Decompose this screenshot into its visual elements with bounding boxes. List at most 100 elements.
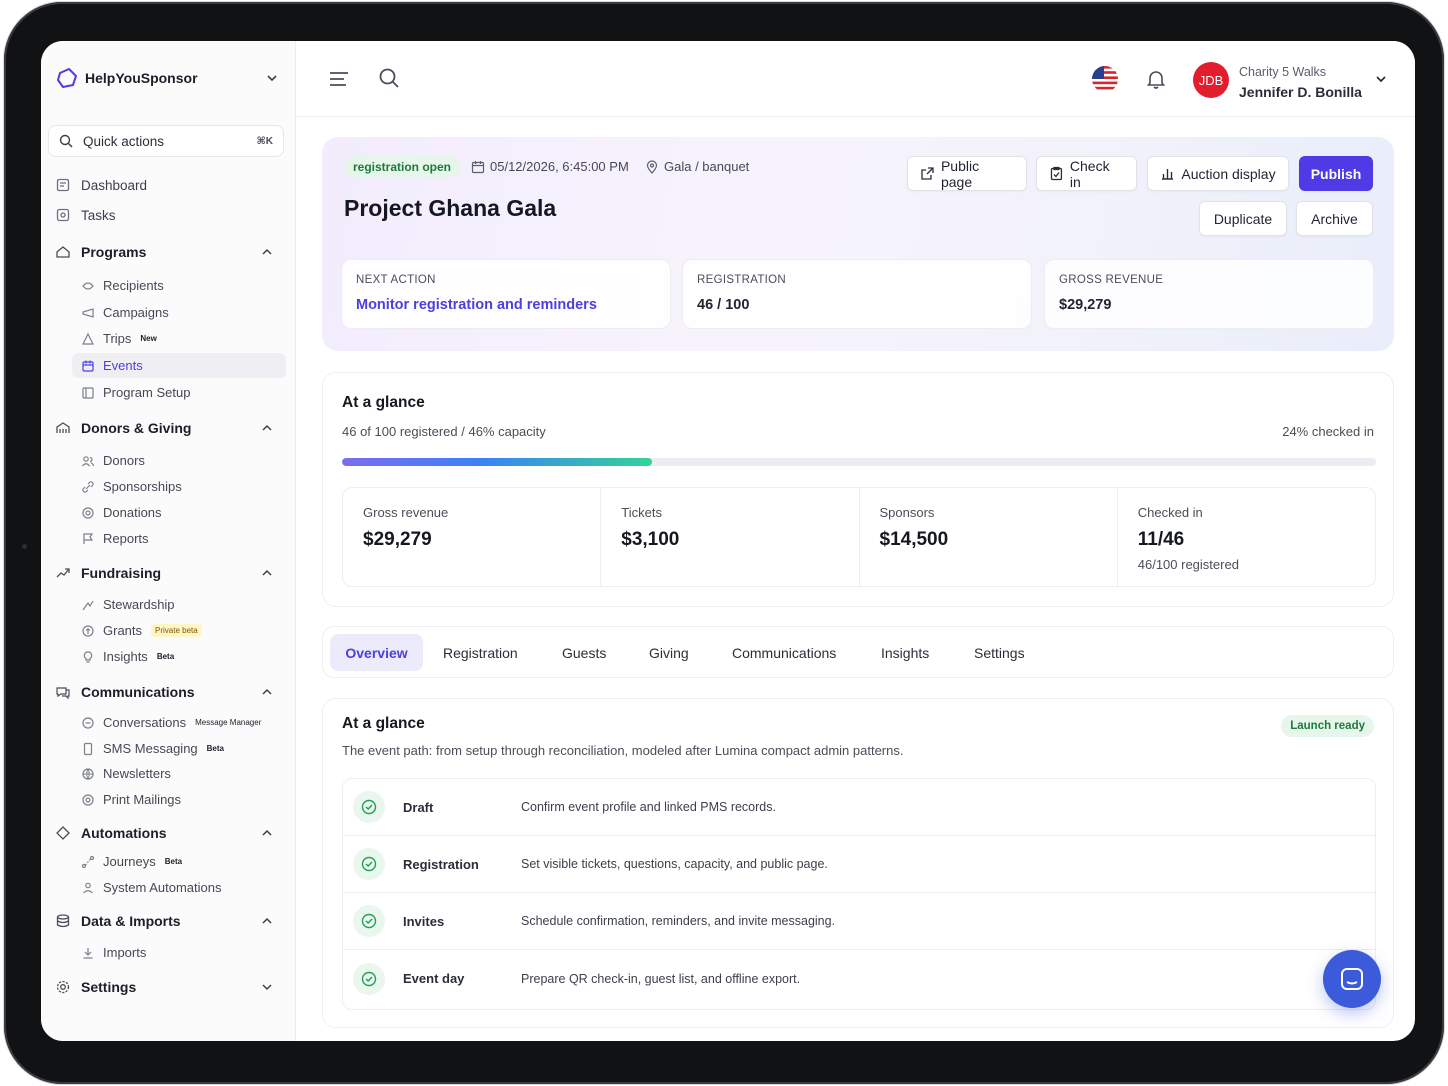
sidebar-item-newsletters[interactable]: Newsletters [72, 761, 286, 786]
nav-tasks[interactable]: Tasks [55, 204, 116, 226]
sidebar-item-imports[interactable]: Imports [72, 940, 286, 965]
sidebar-item-stewardship[interactable]: Stewardship [72, 592, 286, 617]
bell-icon[interactable] [1145, 68, 1167, 90]
chevron-down-icon[interactable] [1374, 72, 1388, 86]
sidebar-item-program-setup[interactable]: Program Setup [72, 380, 286, 405]
duplicate-button[interactable]: Duplicate [1199, 201, 1287, 236]
chat-icon [1341, 968, 1363, 990]
nav-group-automations[interactable]: Automations [55, 822, 279, 844]
nav-group-fundraising[interactable]: Fundraising [55, 562, 279, 584]
sidebar-item-insights[interactable]: Insights Beta [72, 644, 286, 669]
nav-group-programs[interactable]: Programs [55, 241, 279, 263]
brand-switcher[interactable]: HelpYouSponsor [55, 65, 279, 91]
nav-dashboard[interactable]: Dashboard [55, 174, 147, 196]
sidebar-item-trips[interactable]: Trips New [72, 326, 286, 351]
quick-actions-label: Quick actions [83, 133, 165, 149]
sidebar-item-sponsorships[interactable]: Sponsorships [72, 474, 286, 499]
newsletter-icon [82, 767, 94, 780]
nav-group-fundraising-label: Fundraising [81, 565, 162, 581]
new-tag: New [140, 334, 157, 343]
us-flag-icon[interactable] [1092, 66, 1118, 92]
sidebar-item-donors[interactable]: Donors [72, 448, 286, 473]
launch-ready-badge: Launch ready [1281, 715, 1374, 737]
sidebar-item-reports[interactable]: Reports [72, 526, 286, 551]
chevron-down-icon [262, 984, 272, 991]
step-invites[interactable]: Invites Schedule confirmation, reminders… [343, 893, 1375, 950]
chevron-down-icon[interactable] [265, 71, 279, 85]
stat-label: Checked in [1137, 505, 1203, 520]
sidebar-item-system-automations[interactable]: System Automations [72, 875, 286, 900]
tab-overview[interactable]: Overview [330, 634, 423, 671]
check-in-label: Check in [1069, 157, 1110, 190]
step-name: Event day [403, 971, 465, 986]
sidebar-item-events[interactable]: Events [72, 353, 286, 378]
donors-giving-icon [56, 422, 70, 433]
sidebar-item-label: Grants [103, 623, 143, 638]
sidebar-item-sms-messaging[interactable]: SMS Messaging Beta [72, 736, 286, 761]
sidebar-item-label: SMS Messaging [103, 741, 198, 756]
auction-display-label: Auction display [1181, 165, 1276, 182]
top-bar: JDB Charity 5 Walks Jennifer D. Bonilla [297, 41, 1415, 117]
stat-value: $29,279 [363, 529, 432, 550]
app-screen: HelpYouSponsor Quick actions ⌘K Dashboar… [41, 41, 1415, 1041]
tab-registration[interactable]: Registration [427, 634, 534, 671]
public-page-label: Public page [940, 157, 980, 190]
auction-display-button[interactable]: Auction display [1147, 156, 1289, 191]
camera-dot [22, 544, 27, 549]
chat-button[interactable] [1323, 950, 1381, 1008]
nav-group-data-imports[interactable]: Data & Imports [55, 910, 279, 932]
event-header: registration open 05/12/2026, 6:45:00 PM… [322, 137, 1394, 351]
nav-group-communications[interactable]: Communications [55, 681, 279, 703]
step-event-day[interactable]: Event day Prepare QR check-in, guest lis… [343, 950, 1375, 1007]
link-icon [82, 480, 94, 493]
tablet-frame: HelpYouSponsor Quick actions ⌘K Dashboar… [4, 2, 1444, 1084]
sidebar-item-conversations[interactable]: Conversations Message Manager [72, 710, 286, 735]
quick-actions-button[interactable]: Quick actions ⌘K [48, 125, 284, 157]
users-icon [82, 455, 95, 466]
tab-communications[interactable]: Communications [716, 634, 852, 671]
nav-group-donors-giving[interactable]: Donors & Giving [55, 417, 279, 439]
stat-subtext: 46/100 registered [1137, 557, 1239, 572]
sidebar-item-journeys[interactable]: Journeys Beta [72, 849, 286, 874]
event-path-description: The event path: from setup through recon… [342, 743, 904, 758]
publish-button[interactable]: Publish [1299, 156, 1373, 191]
stats-row: Gross revenue $29,279 Tickets $3,100 Spo… [342, 487, 1376, 587]
archive-button[interactable]: Archive [1296, 201, 1373, 236]
next-action-link[interactable]: Monitor registration and reminders [356, 297, 656, 313]
sidebar-item-grants[interactable]: Grants Private beta [72, 618, 286, 643]
nav-group-settings[interactable]: Settings [55, 976, 279, 998]
dashboard-icon [56, 178, 70, 192]
nav-group-settings-label: Settings [81, 979, 137, 995]
event-datetime: 05/12/2026, 6:45:00 PM [471, 159, 629, 174]
kpi-registration: REGISTRATION 46 / 100 [682, 259, 1032, 329]
check-in-button[interactable]: Check in [1036, 156, 1137, 191]
nav-group-data-label: Data & Imports [81, 913, 181, 929]
tab-guests[interactable]: Guests [546, 634, 622, 671]
campaigns-icon [82, 307, 94, 318]
nav-group-communications-label: Communications [81, 684, 195, 700]
beta-tag: Beta [206, 744, 224, 753]
sidebar-item-donations[interactable]: Donations [72, 500, 286, 525]
capacity-summary: 46 of 100 registered / 46% capacity [342, 424, 546, 439]
public-page-button[interactable]: Public page [907, 156, 1027, 191]
event-path-card: At a glance Launch ready The event path:… [322, 698, 1394, 1028]
sidebar-item-label: Campaigns [103, 305, 169, 320]
step-draft[interactable]: Draft Confirm event profile and linked P… [343, 779, 1375, 836]
sidebar-item-print-mailings[interactable]: Print Mailings [72, 787, 286, 812]
search-icon[interactable] [377, 66, 401, 90]
tab-settings[interactable]: Settings [958, 634, 1041, 671]
programs-icon [56, 246, 70, 258]
avatar[interactable]: JDB [1193, 62, 1229, 98]
chevron-up-icon [262, 248, 272, 255]
trips-icon [82, 332, 94, 345]
step-registration[interactable]: Registration Set visible tickets, questi… [343, 836, 1375, 893]
sidebar-item-recipients[interactable]: Recipients [72, 273, 286, 298]
tab-insights[interactable]: Insights [865, 634, 945, 671]
tab-giving[interactable]: Giving [633, 634, 705, 671]
step-name: Draft [403, 799, 434, 815]
stat-value: $3,100 [621, 529, 680, 550]
sidebar-item-campaigns[interactable]: Campaigns [72, 300, 286, 325]
menu-icon[interactable] [327, 67, 351, 91]
sidebar-item-label: Donations [103, 505, 162, 520]
progress-fill [342, 458, 653, 466]
